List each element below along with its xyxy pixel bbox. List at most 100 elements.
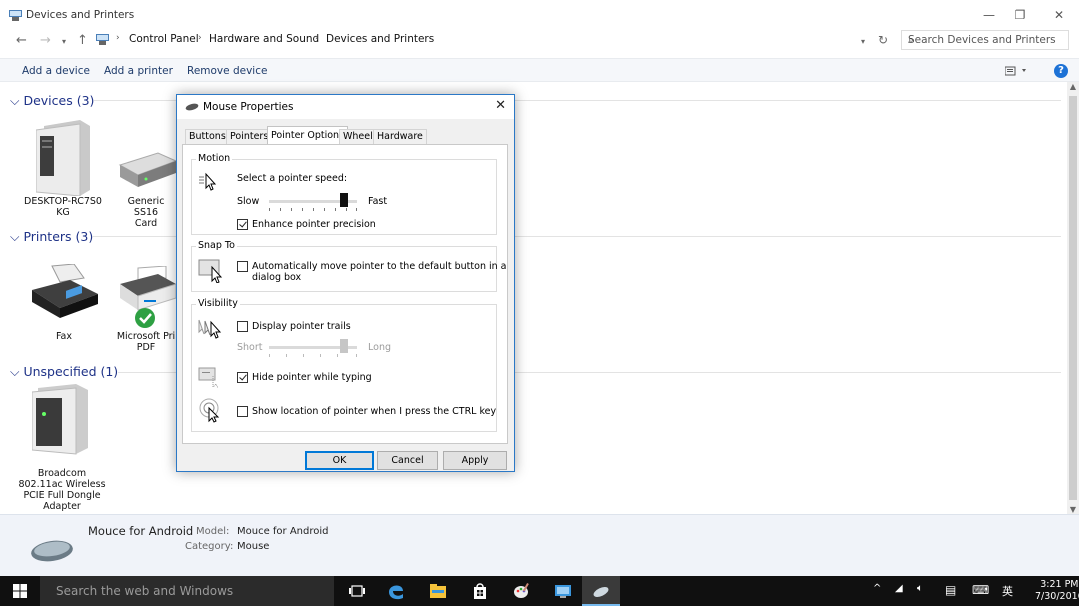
snap-to-icon [198,259,223,283]
tray-chevron-icon[interactable]: ^ [873,583,881,594]
group-header-unspecified[interactable]: ⌵ Unspecified (1) [10,364,118,380]
dialog-close-icon[interactable]: ✕ [495,98,506,113]
windows-start-icon[interactable] [13,584,27,598]
volume-icon[interactable]: 🔈︎ [917,583,923,594]
breadcrumb-control-panel[interactable]: Control Panel [129,33,199,45]
hide-pointer-checkbox[interactable] [237,372,248,383]
card-reader-icon[interactable] [118,151,178,191]
pointer-trails-label[interactable]: Display pointer trails [252,321,351,332]
pointer-speed-icon [199,172,217,191]
scroll-down-icon[interactable]: ▼ [1067,505,1079,514]
tab-wheel[interactable]: Wheel [339,129,377,144]
ok-button[interactable]: OK [305,451,374,470]
group-header-devices[interactable]: ⌵ Devices (3) [10,93,94,109]
clock-date: 7/30/2016 [1035,591,1079,602]
motion-legend: Motion [196,153,233,164]
edge-browser-icon[interactable] [386,581,406,601]
network-adapter-icon[interactable] [32,384,92,456]
taskbar-clock[interactable]: 3:21 PM 7/30/2016 [1035,579,1079,603]
trail-length-slider-thumb[interactable] [339,339,348,353]
search-icon[interactable]: ⌕ [908,33,1063,47]
pointer-trails-checkbox[interactable] [237,321,248,332]
help-icon[interactable]: ? [1054,64,1068,78]
address-bar[interactable]: › Control Panel › Hardware and Sound › D… [96,31,896,49]
category-key: Category: [185,541,234,552]
remote-desktop-icon[interactable] [553,581,573,601]
search-input[interactable]: Search Devices and Printers ⌕ [901,30,1069,50]
breadcrumb-hardware-sound[interactable]: Hardware and Sound [209,33,319,45]
vertical-scrollbar[interactable]: ▲ ▼ [1067,82,1079,514]
pointer-speed-prompt: Select a pointer speed: [237,173,348,184]
device-name-line: Broadcom [37,468,87,479]
taskbar-search-box[interactable]: Search the web and Windows [40,576,334,606]
device-name-line: Adapter [43,501,81,512]
hide-pointer-label[interactable]: Hide pointer while typing [252,372,372,383]
file-explorer-icon[interactable] [428,581,448,601]
mouse-app-icon[interactable] [591,581,611,601]
refresh-icon[interactable]: ↻ [878,33,888,47]
visibility-legend: Visibility [196,298,240,309]
device-name-line: PCIE Full Dongle [23,490,101,501]
action-center-icon[interactable]: ▤ [945,583,956,597]
change-view-icon[interactable] [1005,66,1031,76]
network-icon[interactable]: ◢ [895,583,903,594]
mouse-icon [185,103,199,111]
clock-time: 3:21 PM [1040,579,1079,590]
device-name-line: PDF [136,342,156,353]
device-name: Mouce for Android [88,524,194,538]
apply-button[interactable]: Apply [443,451,507,470]
speed-fast-label: Fast [368,196,388,207]
fax-icon[interactable] [30,264,100,320]
show-location-checkbox[interactable] [237,406,248,417]
snap-to-label-line1[interactable]: Automatically move pointer to the defaul… [252,261,506,272]
address-dropdown-icon[interactable]: ▾ [861,37,865,46]
breadcrumb-separator-icon: › [315,33,319,43]
hide-pointer-icon [198,367,219,389]
store-icon[interactable] [470,581,490,601]
snap-to-checkbox[interactable] [237,261,248,272]
show-location-label[interactable]: Show location of pointer when I press th… [252,406,496,417]
snap-to-group: Snap To Automatically move pointer to th… [191,240,506,292]
pdf-printer-icon[interactable] [118,266,178,330]
tab-hardware[interactable]: Hardware [373,129,427,144]
scroll-thumb[interactable] [1069,96,1077,500]
scroll-up-icon[interactable]: ▲ [1067,82,1079,91]
close-button[interactable]: ✕ [1044,4,1074,26]
paint-app-icon[interactable] [512,581,532,601]
snap-to-label-line2[interactable]: dialog box [252,272,301,283]
forward-arrow-icon[interactable]: → [40,33,51,48]
remove-device-button[interactable]: Remove device [187,65,267,77]
device-label-card-reader[interactable]: Generic SS16 Card [116,196,176,229]
tab-pointers[interactable]: Pointers [226,129,273,144]
tab-buttons[interactable]: Buttons [185,129,230,144]
up-arrow-icon[interactable]: ↑ [77,33,88,48]
back-arrow-icon[interactable]: ← [16,33,27,48]
breadcrumb-devices-printers[interactable]: Devices and Printers [326,33,434,45]
cancel-button[interactable]: Cancel [377,451,438,470]
add-printer-button[interactable]: Add a printer [104,65,173,77]
group-header-printers[interactable]: ⌵ Printers (3) [10,229,93,245]
model-key: Model: [196,526,230,537]
minimize-button[interactable]: — [974,4,1004,26]
maximize-button[interactable]: ❐ [1005,4,1035,26]
printer-label-fax[interactable]: Fax [40,331,88,342]
tab-pointer-options[interactable]: Pointer Options [267,126,349,145]
keyboard-icon[interactable]: ⌨ [972,583,989,597]
motion-group: Motion Select a pointer speed: Slow Fast… [191,153,497,235]
device-name-line: DESKTOP-RC7S0 [24,196,102,207]
ime-indicator[interactable]: 英 [1002,583,1013,599]
add-device-button[interactable]: Add a device [22,65,90,77]
dialog-titlebar: Mouse Properties ✕ [177,95,514,119]
recent-chevron-icon[interactable]: ▾ [62,37,66,46]
device-label-desktop[interactable]: DESKTOP-RC7S0 KG [20,196,106,218]
device-label-broadcom[interactable]: Broadcom 802.11ac Wireless PCIE Full Don… [14,468,110,512]
task-view-icon[interactable] [347,581,367,601]
device-name-line: Microsoft Pri [116,331,176,342]
enhance-precision-checkbox[interactable] [237,219,248,230]
pointer-speed-slider-thumb[interactable] [339,193,348,207]
enhance-precision-label[interactable]: Enhance pointer precision [252,219,376,230]
control-panel-icon [96,34,109,45]
printer-label-pdf[interactable]: Microsoft Pri PDF [116,331,176,353]
device-name-line: 802.11ac Wireless [18,479,106,490]
desktop-tower-icon[interactable] [36,120,92,196]
